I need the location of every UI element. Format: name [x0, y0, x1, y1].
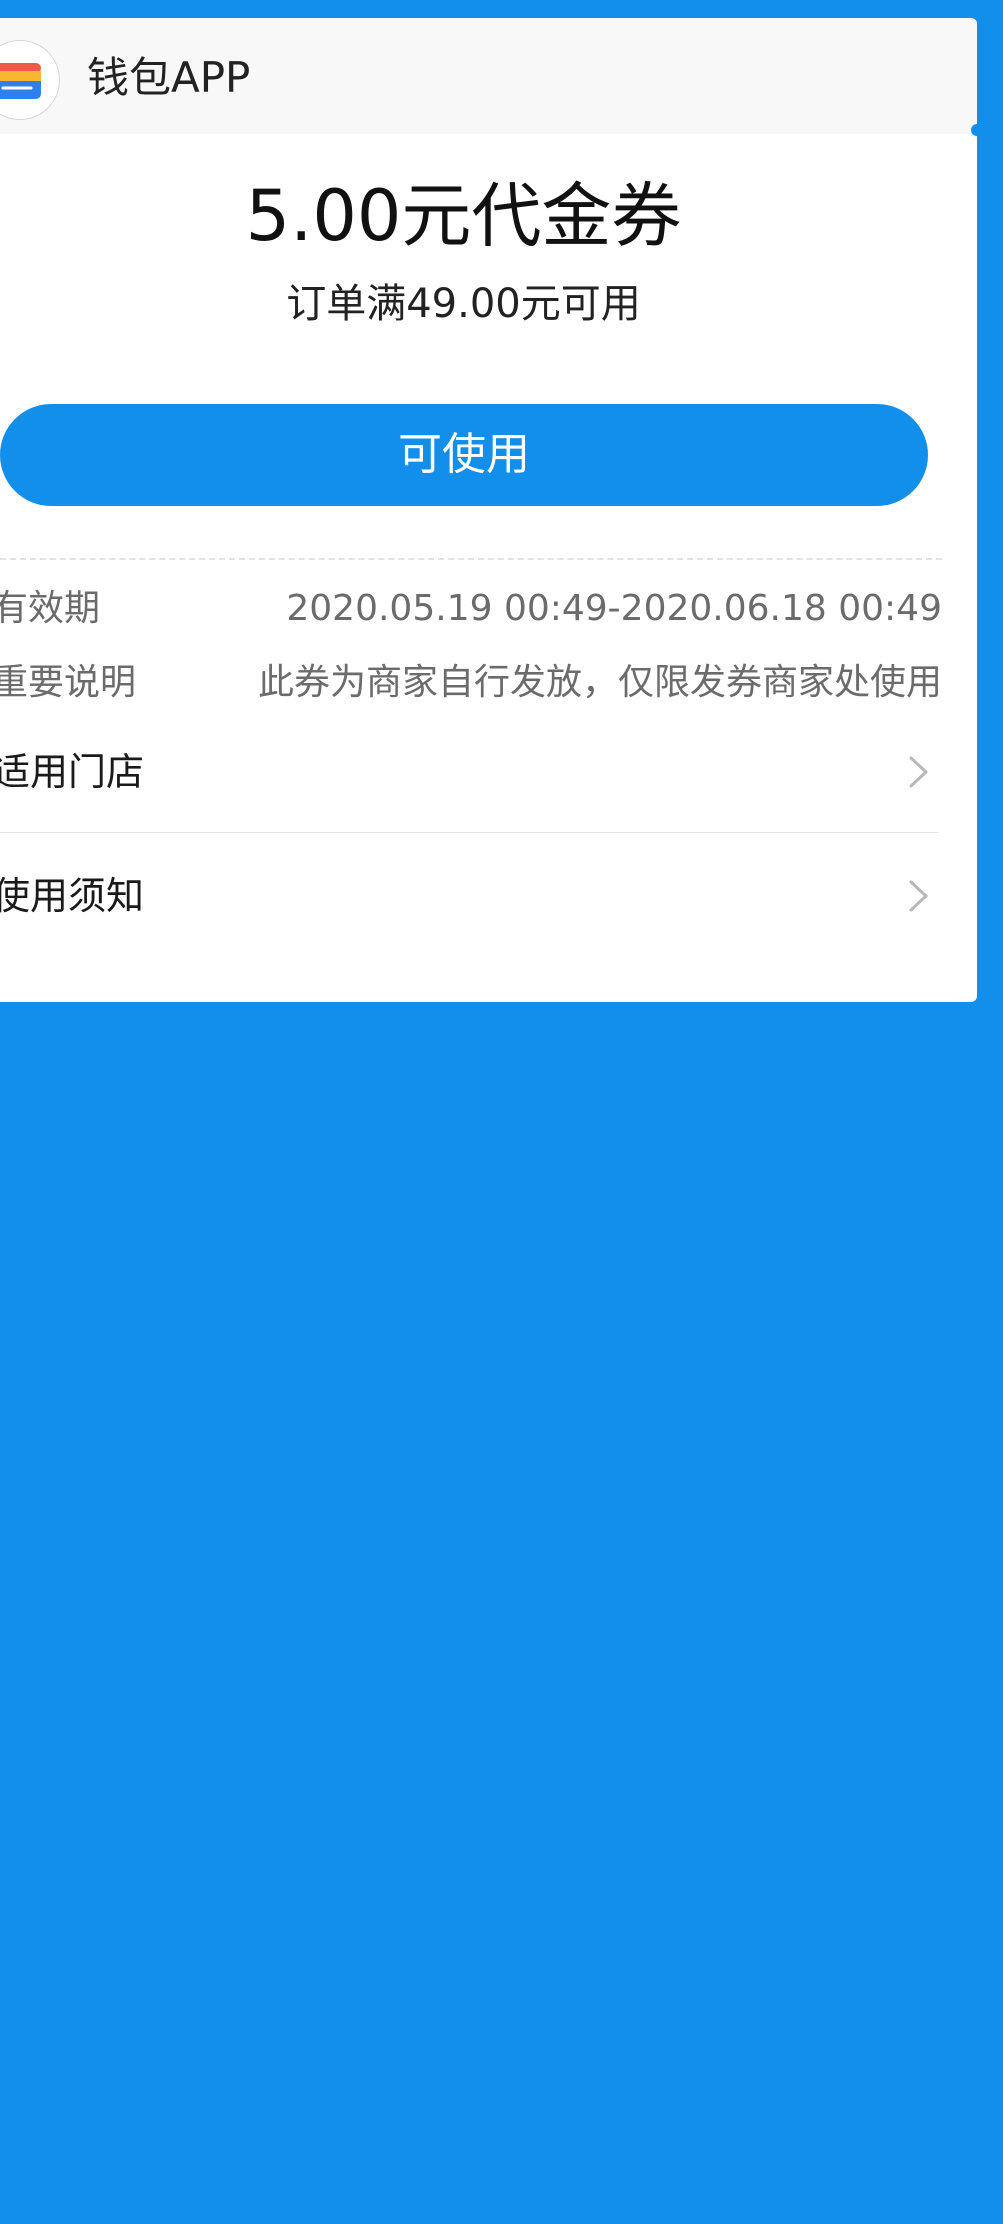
coupon-condition: 订单满49.00元可用	[286, 281, 641, 327]
notice-label: 重要说明	[0, 662, 137, 703]
use-coupon-button[interactable]: 可使用	[0, 404, 928, 506]
coupon-card: 钱包APP 5.00元代金券 订单满49.00元可用 可使用 有效期 2020.…	[0, 18, 977, 1002]
applicable-stores-row[interactable]: 适用门店	[0, 732, 938, 812]
dashed-divider	[0, 558, 942, 560]
notice-row: 重要说明 此券为商家自行发放，仅限发券商家处使用	[0, 658, 942, 708]
chevron-right-icon	[909, 880, 928, 912]
usage-notes-row[interactable]: 使用须知	[0, 856, 938, 936]
chevron-right-icon	[909, 756, 928, 788]
notice-value: 此券为商家自行发放，仅限发券商家处使用	[257, 662, 942, 703]
card-corner-notch	[971, 124, 983, 136]
validity-row: 有效期 2020.05.19 00:49-2020.06.18 00:49	[0, 584, 942, 634]
validity-value: 2020.05.19 00:49-2020.06.18 00:49	[286, 588, 942, 629]
coupon-title: 5.00元代金券	[245, 175, 682, 257]
applicable-stores-label: 适用门店	[0, 750, 145, 794]
usage-notes-label: 使用须知	[0, 874, 145, 918]
row-divider	[0, 832, 938, 833]
validity-label: 有效期	[0, 588, 101, 629]
app-name: 钱包APP	[87, 53, 251, 102]
card-header: 钱包APP	[0, 18, 977, 134]
wallet-logo-icon	[0, 40, 60, 120]
